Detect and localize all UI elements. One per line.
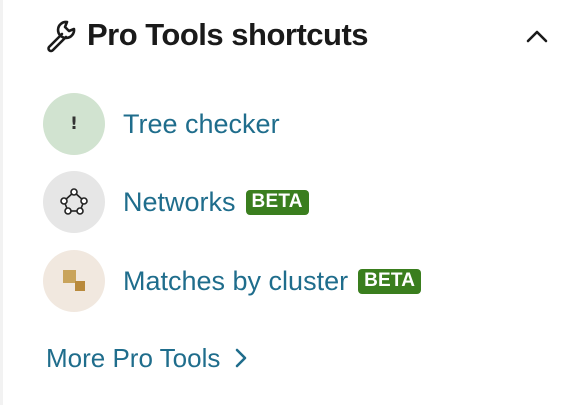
tree-checker-link[interactable]: ! Tree checker [43, 93, 280, 155]
card-title: Pro Tools shortcuts [87, 17, 369, 52]
beta-badge: BETA [358, 268, 422, 294]
card-header: Pro Tools shortcuts [43, 12, 369, 58]
collapse-button[interactable] [521, 20, 553, 52]
chevron-up-icon [526, 30, 548, 43]
exclamation-icon: ! [70, 114, 78, 134]
cluster-icon-circle [43, 250, 105, 312]
more-pro-tools-label: More Pro Tools [46, 342, 221, 373]
wrench-icon [47, 20, 76, 53]
tree-checker-label: Tree checker [123, 108, 280, 139]
pro-tools-card: Pro Tools shortcuts ! Tree checker Netwo… [3, 0, 581, 405]
matches-by-cluster-link[interactable]: Matches by cluster BETA [43, 250, 422, 312]
beta-badge: BETA [245, 189, 309, 215]
chevron-right-icon [236, 348, 247, 368]
networks-label: Networks [123, 186, 236, 217]
network-icon [60, 188, 88, 215]
tree-checker-icon-circle: ! [43, 93, 105, 155]
networks-link[interactable]: Networks BETA [43, 171, 309, 233]
more-pro-tools-link[interactable]: More Pro Tools [46, 340, 250, 376]
cluster-icon [63, 270, 85, 291]
matches-by-cluster-label: Matches by cluster [123, 265, 349, 296]
networks-icon-circle [43, 171, 105, 233]
